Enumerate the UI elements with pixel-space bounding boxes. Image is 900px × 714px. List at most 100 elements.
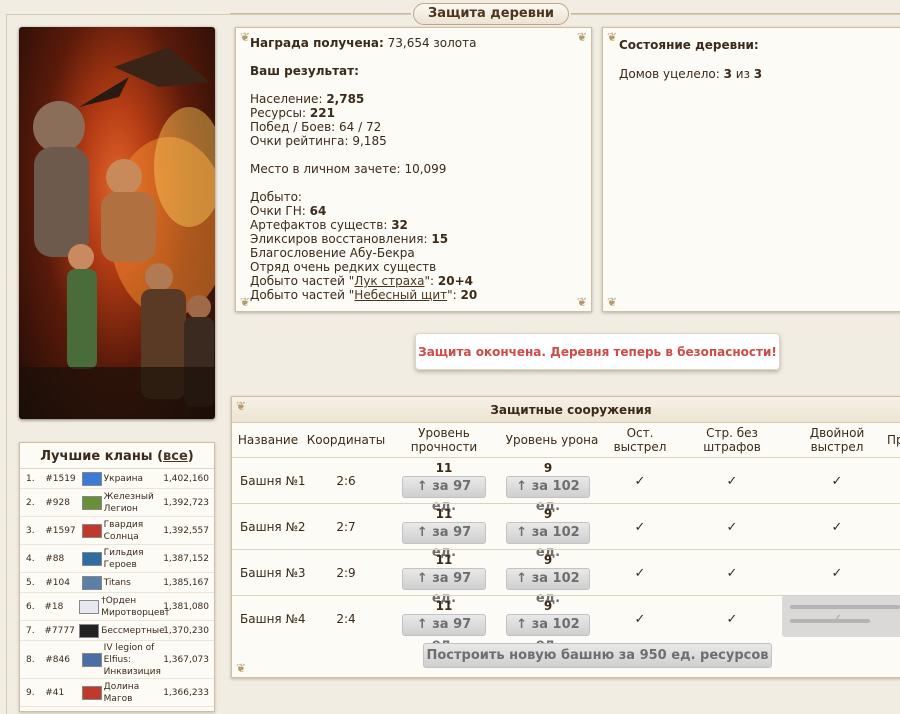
col-header-damage: Уровень урона <box>505 433 599 447</box>
clan-name[interactable]: Гильдия Героев <box>104 547 164 571</box>
no-penalty-check-icon: ✓ <box>726 473 738 489</box>
damage-level: 9 <box>543 461 553 475</box>
col-header-name: Название <box>237 433 299 447</box>
clan-name[interactable]: Железный Легион <box>104 491 164 515</box>
blessing-text: Благословение Абу-Бекра <box>250 246 415 260</box>
upgrade-damage-button[interactable]: ↑ за 102 ед. <box>506 568 590 606</box>
col-header-coords: Координаты <box>306 433 386 447</box>
col-header-strength: Уровень прочности <box>410 426 478 454</box>
upgrade-damage-button[interactable]: ↑ за 102 ед. <box>506 614 590 652</box>
clan-rank: 3. <box>26 525 35 536</box>
clan-emblem-icon <box>81 471 102 486</box>
clan-id[interactable]: #41 <box>45 688 81 698</box>
top-clans-header: Лучшие кланы (все) <box>20 443 214 469</box>
no-penalty-check-icon: ✓ <box>726 611 738 627</box>
upgrade-strength-button[interactable]: ↑ за 97 ед. <box>402 476 486 514</box>
tower-coords: 2:4 <box>336 612 356 626</box>
clan-name[interactable]: Бессмертные <box>101 625 164 637</box>
upgrade-damage-button[interactable]: ↑ за 102 ед. <box>506 476 590 514</box>
artifacts-label: Артефактов существ: <box>250 218 388 232</box>
damage-level: 9 <box>543 507 553 521</box>
clan-id[interactable]: #1597 <box>45 526 81 536</box>
upgrade-damage-button[interactable]: ↑ за 102 ед. <box>506 522 590 560</box>
corner-ornament-icon: ❦ <box>239 30 251 44</box>
clan-score: 1,387,152 <box>163 553 209 564</box>
clan-name[interactable]: Украина <box>104 473 164 485</box>
strength-level: 11 <box>435 553 453 567</box>
tower-row: Башня №1 2:6 11 ↑ за 97 ед. 9 ↑ за 102 ед. ✓ ✓ ✓ <box>232 457 900 514</box>
clan-score: 1,402,160 <box>163 473 209 484</box>
clan-score: 1,385,167 <box>163 577 209 588</box>
tower-row: Башня №3 2:9 11 ↑ за 97 ед. 9 ↑ за 102 ед. ✓ ✓ ✓ <box>232 549 900 606</box>
stop-shot-check-icon: ✓ <box>634 565 646 581</box>
clan-id[interactable]: #928 <box>45 498 81 508</box>
clan-rank: 6. <box>26 601 35 612</box>
clan-score: 1,392,723 <box>163 497 209 508</box>
wins-label: Побед / Боев: <box>250 120 336 134</box>
clan-rank: 2. <box>26 497 35 508</box>
clan-score: 1,367,073 <box>163 654 209 665</box>
tooltip-overlay <box>782 595 900 637</box>
clan-row[interactable]: 5. #104 Titans 1,385,167 <box>20 573 214 593</box>
double-shot-check-icon: ✓ <box>831 519 843 535</box>
heavenly-shield-link[interactable]: Небесный щит <box>354 288 447 302</box>
clan-id[interactable]: #104 <box>45 578 81 588</box>
clan-name[interactable]: Гвардия Солнца <box>104 519 164 543</box>
clan-id[interactable]: #88 <box>45 554 81 564</box>
double-shot-check-icon: ✓ <box>831 565 843 581</box>
clan-name[interactable]: Долина Магов <box>104 681 164 705</box>
place-value: 10,099 <box>404 162 447 176</box>
clan-emblem-icon <box>81 551 102 566</box>
results-panel: Награда получена: 73,654 золота Ваш резу… <box>235 27 592 312</box>
clan-row[interactable]: 2. #928 Железный Легион 1,392,723 <box>20 489 214 517</box>
corner-ornament-icon: ❦ <box>576 30 588 44</box>
bow-of-fear-link[interactable]: Лук страха <box>354 274 424 288</box>
clan-row[interactable]: 3. #1597 Гвардия Солнца 1,392,557 <box>20 517 214 545</box>
upgrade-strength-button[interactable]: ↑ за 97 ед. <box>402 568 486 606</box>
parts1-prefix: Добыто частей " <box>250 274 355 288</box>
clan-score: 1,392,557 <box>163 525 209 536</box>
damage-level: 9 <box>543 599 553 613</box>
clan-name[interactable]: Titans <box>104 577 164 589</box>
clan-id[interactable]: #18 <box>44 602 79 612</box>
clan-row[interactable]: 6. #18 †Орден Миротворцев† 1,381,080 <box>20 593 214 621</box>
strength-level: 11 <box>435 599 453 613</box>
rating-label: Очки рейтинга: <box>250 134 349 148</box>
clan-emblem-icon <box>81 575 102 590</box>
top-clans-title: Лучшие кланы <box>40 449 153 464</box>
village-state-title: Состояние деревни: <box>619 38 759 52</box>
no-penalty-check-icon: ✓ <box>726 565 738 581</box>
clan-rank: 8. <box>26 654 35 665</box>
build-tower-button[interactable]: Построить новую башню за 950 ед. ресурсо… <box>423 643 772 668</box>
no-penalty-check-icon: ✓ <box>726 519 738 535</box>
elixirs-label: Эликсиров восстановления: <box>250 232 428 246</box>
clan-name[interactable]: †Орден Миротворцев† <box>101 595 169 619</box>
upgrade-strength-button[interactable]: ↑ за 97 ед. <box>402 522 486 560</box>
upgrade-strength-button[interactable]: ↑ за 97 ед. <box>402 614 486 652</box>
clan-row[interactable]: 7. #7777 Бессмертные 1,370,230 <box>20 621 214 641</box>
clan-row[interactable]: 9. #41 Долина Магов 1,366,233 <box>20 679 214 707</box>
tower-row: Башня №2 2:7 11 ↑ за 97 ед. 9 ↑ за 102 ед. ✓ ✓ ✓ <box>232 503 900 560</box>
gn-label: Очки ГН: <box>250 204 306 218</box>
clan-emblem-icon <box>79 623 100 638</box>
clan-emblem-icon <box>81 685 102 700</box>
tower-name: Башня №2 <box>240 520 306 534</box>
clan-rank: 5. <box>26 577 35 588</box>
all-clans-link[interactable]: все <box>163 449 188 464</box>
your-result-label: Ваш результат: <box>250 64 359 78</box>
clan-row[interactable]: 4. #88 Гильдия Героев 1,387,152 <box>20 545 214 573</box>
reward-label: Награда получена: <box>250 36 384 50</box>
clan-row[interactable]: 8. #846 IV legion of Elfius: Инквизиция 1,3… <box>20 641 214 679</box>
resources-label: Ресурсы: <box>250 106 307 120</box>
stop-shot-check-icon: ✓ <box>634 519 646 535</box>
clan-id[interactable]: #846 <box>45 655 81 665</box>
clan-name[interactable]: IV legion of Elfius: Инквизиция <box>104 642 164 678</box>
tower-coords: 2:7 <box>336 520 356 534</box>
houses-label: Домов уцелело: <box>619 67 720 81</box>
parts2-prefix: Добыто частей " <box>250 288 355 302</box>
clan-row[interactable]: 1. #1519 Украина 1,402,160 <box>20 469 214 489</box>
corner-ornament-icon: ❦ <box>235 661 247 675</box>
clan-id[interactable]: #7777 <box>44 626 79 636</box>
clan-id[interactable]: #1519 <box>45 474 81 484</box>
population-label: Население: <box>250 92 323 106</box>
